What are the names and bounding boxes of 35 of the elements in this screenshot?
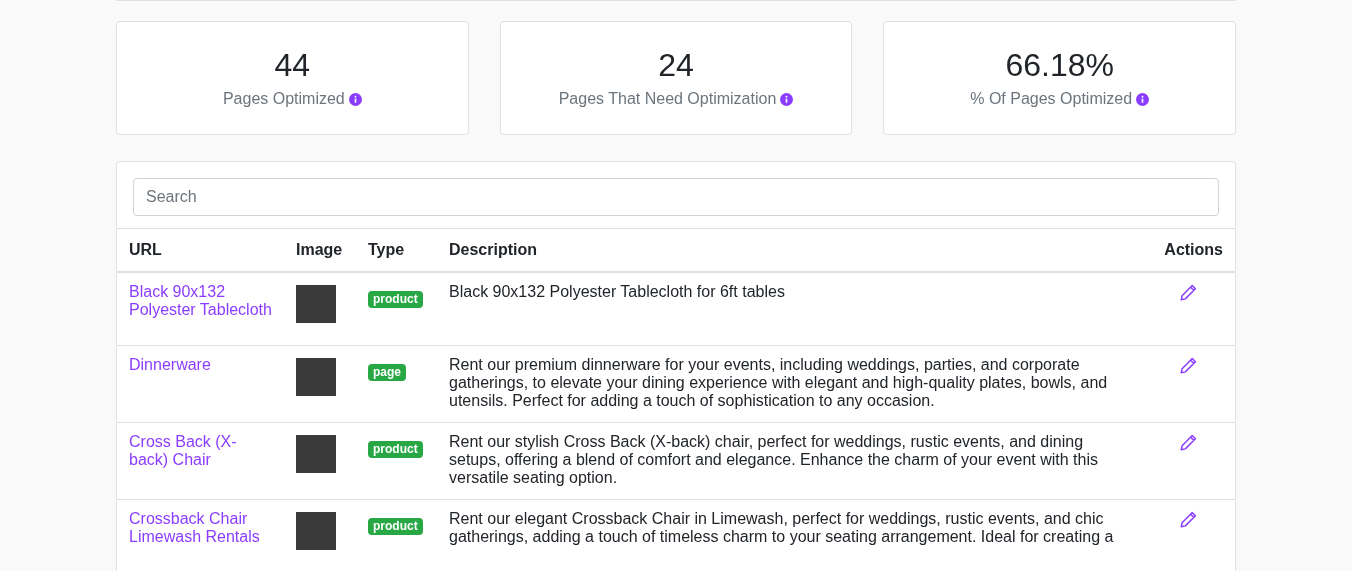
page-link[interactable]: Black 90x132 Polyester Tablecloth <box>129 282 272 319</box>
info-icon <box>780 92 794 106</box>
column-header: Type <box>356 228 437 272</box>
column-header: Description <box>437 228 1145 272</box>
edit-pencil-icon[interactable] <box>1180 434 1197 451</box>
photo-placeholder <box>296 284 336 323</box>
photo-placeholder <box>296 512 336 550</box>
type-tag: page <box>368 364 406 381</box>
stat-value: 44 <box>274 46 311 85</box>
photo-placeholder <box>296 435 336 473</box>
search-field[interactable]: Search <box>133 178 1219 216</box>
type-tag: product <box>368 290 423 308</box>
info-icon <box>348 92 362 106</box>
page-link[interactable]: Dinnerware <box>129 356 272 374</box>
stat-label: % Of Pages Optimized <box>970 89 1133 109</box>
description-text: Black 90x132 Polyester Tablecloth for 6ft tables <box>449 282 786 301</box>
description-text: Rent our elegant Crossback Chair in Limewash, perfect for weddings, rustic events, and chic gatherings, adding a touch of timeless charm to your seating arrangement. Ideal for creating a <box>449 510 1115 546</box>
edit-pencil-icon[interactable] <box>1180 511 1197 528</box>
photo-placeholder <box>296 358 336 396</box>
description-text: Rent our stylish Cross Back (X-back) chair, perfect for weddings, rustic events, and dining setups, offering a blend of comfort and elegance. Enhance the charm of your event with this versatile seating option. <box>449 433 1099 487</box>
column-header: Actions <box>1145 228 1235 272</box>
stat-label: Pages Optimized <box>222 89 345 109</box>
info-icon <box>1136 92 1150 106</box>
column-header: URL <box>117 228 284 272</box>
stat-label: Pages That Need Optimization <box>558 89 777 109</box>
type-tag: product <box>368 441 423 458</box>
description-text: Rent our premium dinnerware for your events, including weddings, parties, and corporate gatherings, to elevate your dining experience with elegant and high-quality plates, bowls, and utensils. Perfect for adding a touch of sophistication to any occasion. <box>449 356 1109 410</box>
type-tag: product <box>368 518 423 535</box>
column-header: Image <box>284 228 356 272</box>
stat-value: 66.18% <box>1005 46 1114 85</box>
page-link[interactable]: Cross Back (X-back) Chair <box>129 433 272 469</box>
stat-value: 24 <box>658 46 694 85</box>
edit-pencil-icon[interactable] <box>1180 357 1197 374</box>
page-link[interactable]: Crossback Chair Limewash Rentals <box>129 510 272 546</box>
edit-pencil-icon[interactable] <box>1180 283 1197 301</box>
